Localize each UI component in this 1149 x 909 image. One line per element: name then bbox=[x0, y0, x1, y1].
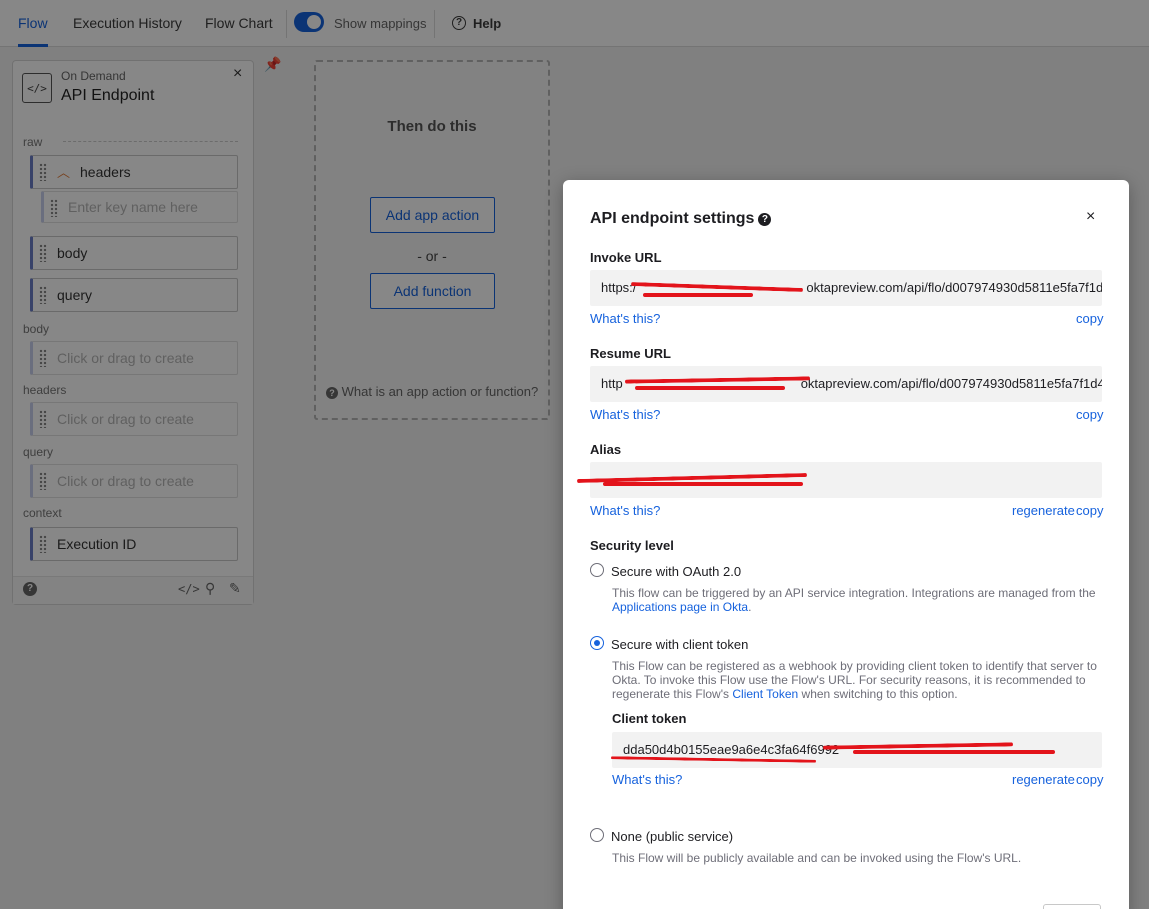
client-token-radio[interactable] bbox=[590, 636, 604, 650]
redaction-mark bbox=[643, 293, 753, 297]
dialog-action-button[interactable] bbox=[1043, 904, 1101, 909]
oauth-label[interactable]: Secure with OAuth 2.0 bbox=[611, 564, 741, 579]
client-token-option-label[interactable]: Secure with client token bbox=[611, 637, 748, 652]
client-token-whats-this-link[interactable]: What's this? bbox=[612, 772, 682, 787]
help-icon[interactable]: ? bbox=[758, 213, 772, 226]
client-token-link[interactable]: Client Token bbox=[732, 687, 798, 701]
invoke-url-suffix: oktapreview.com/api/flo/d007974930d5811e… bbox=[806, 280, 1102, 295]
client-token-description: This Flow can be registered as a webhook… bbox=[612, 659, 1104, 701]
invoke-url-label: Invoke URL bbox=[590, 250, 662, 265]
invoke-url-copy-link[interactable]: copy bbox=[1076, 311, 1103, 326]
security-level-label: Security level bbox=[590, 538, 674, 553]
client-token-description-tail: when switching to this option. bbox=[801, 687, 958, 701]
alias-regenerate-link[interactable]: regenerate bbox=[1012, 503, 1075, 518]
dialog-title: API endpoint settings? bbox=[590, 210, 772, 228]
dialog-title-text: API endpoint settings bbox=[590, 210, 755, 227]
resume-url-suffix: oktapreview.com/api/flo/d007974930d5811e… bbox=[800, 376, 1102, 391]
resume-url-field[interactable]: http oktapreview.com/api/flo/d007974930d5… bbox=[590, 366, 1102, 402]
applications-page-link[interactable]: Applications page in Okta bbox=[612, 600, 748, 614]
redaction-mark bbox=[635, 386, 785, 390]
api-endpoint-settings-dialog: API endpoint settings? × Invoke URL http… bbox=[563, 180, 1129, 909]
oauth-radio[interactable] bbox=[590, 563, 604, 577]
resume-url-prefix: http bbox=[601, 376, 623, 391]
client-token-label: Client token bbox=[612, 711, 687, 726]
client-token-regenerate-link[interactable]: regenerate bbox=[1012, 772, 1075, 787]
resume-url-copy-link[interactable]: copy bbox=[1076, 407, 1103, 422]
redaction-mark bbox=[853, 750, 1055, 754]
none-label[interactable]: None (public service) bbox=[611, 829, 733, 844]
close-icon[interactable]: × bbox=[1086, 208, 1095, 226]
client-token-copy-link[interactable]: copy bbox=[1076, 772, 1103, 787]
invoke-url-whats-this-link[interactable]: What's this? bbox=[590, 311, 660, 326]
resume-url-whats-this-link[interactable]: What's this? bbox=[590, 407, 660, 422]
oauth-description-text: This flow can be triggered by an API ser… bbox=[612, 586, 1096, 600]
none-radio[interactable] bbox=[590, 828, 604, 842]
alias-label: Alias bbox=[590, 442, 622, 457]
alias-whats-this-link[interactable]: What's this? bbox=[590, 503, 660, 518]
none-description: This Flow will be publicly available and… bbox=[612, 851, 1022, 865]
alias-copy-link[interactable]: copy bbox=[1076, 503, 1103, 518]
invoke-url-field[interactable]: https:/oktapreview.com/api/flo/d00797493… bbox=[590, 270, 1102, 306]
client-token-value: dda50d4b0155eae9a6e4c3fa64f6992 bbox=[623, 742, 840, 757]
oauth-description: This flow can be triggered by an API ser… bbox=[612, 586, 1096, 614]
resume-url-label: Resume URL bbox=[590, 346, 671, 361]
redaction-mark bbox=[603, 482, 803, 486]
